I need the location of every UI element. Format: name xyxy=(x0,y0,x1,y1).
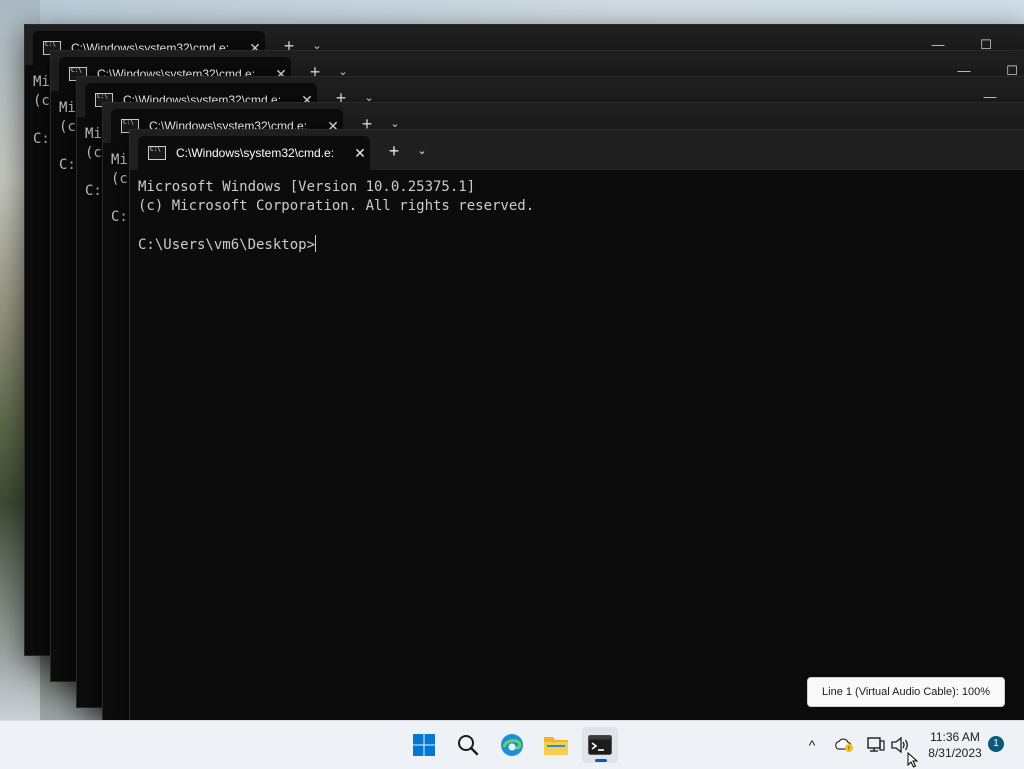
edge-icon xyxy=(501,734,523,756)
new-tab-button[interactable]: + xyxy=(382,140,406,162)
terminal-icon xyxy=(588,735,612,755)
folder-icon xyxy=(544,737,568,755)
terminal-window-active[interactable]: C:\Windows\system32\cmd.e: ✕ + ⌄ Microso… xyxy=(129,129,1024,724)
file-explorer-button[interactable] xyxy=(538,727,574,763)
onedrive-icon[interactable]: ! xyxy=(832,733,856,757)
tab-close-button[interactable]: ✕ xyxy=(352,145,368,162)
text-cursor xyxy=(315,235,317,252)
terminal-button[interactable] xyxy=(582,727,618,763)
clock-date: 8/31/2023 xyxy=(928,746,982,760)
taskbar: ^ ! 11:36 AM 8/31/2023 xyxy=(0,720,1024,769)
show-hidden-icons-button[interactable]: ^ xyxy=(800,733,824,757)
output-line: Microsoft Windows [Version 10.0.25375.1] xyxy=(138,179,476,195)
terminal-output[interactable]: Microsoft Windows [Version 10.0.25375.1]… xyxy=(138,178,1024,715)
terminal-tab[interactable]: C:\Windows\system32\cmd.e: ✕ xyxy=(138,136,370,170)
prompt-text: C:\Users\vm6\Desktop> xyxy=(138,237,316,253)
search-icon xyxy=(458,735,479,756)
mouse-pointer-icon xyxy=(907,752,919,768)
network-icon[interactable] xyxy=(864,733,888,757)
title-bar[interactable]: C:\Windows\system32\cmd.e: ✕ + ⌄ xyxy=(130,130,1024,170)
system-clock[interactable]: 11:36 AM 8/31/2023 xyxy=(920,729,990,761)
clock-time: 11:36 AM xyxy=(930,730,980,744)
edge-button[interactable] xyxy=(494,727,530,763)
prompt-line[interactable]: C:\Users\vm6\Desktop> xyxy=(138,235,1024,255)
start-button[interactable] xyxy=(406,727,442,763)
tab-dropdown-button[interactable]: ⌄ xyxy=(412,140,432,162)
output-line: (c) Microsoft Corporation. All rights re… xyxy=(138,198,535,214)
tab-title: C:\Windows\system32\cmd.e: xyxy=(176,146,335,160)
windows-logo-icon xyxy=(413,734,435,756)
search-button[interactable] xyxy=(450,727,486,763)
volume-tooltip: Line 1 (Virtual Audio Cable): 100% xyxy=(807,677,1005,707)
cmd-icon xyxy=(148,146,166,160)
notification-badge[interactable]: 1 xyxy=(988,736,1004,752)
svg-text:!: ! xyxy=(848,746,850,753)
active-app-indicator xyxy=(595,759,607,762)
